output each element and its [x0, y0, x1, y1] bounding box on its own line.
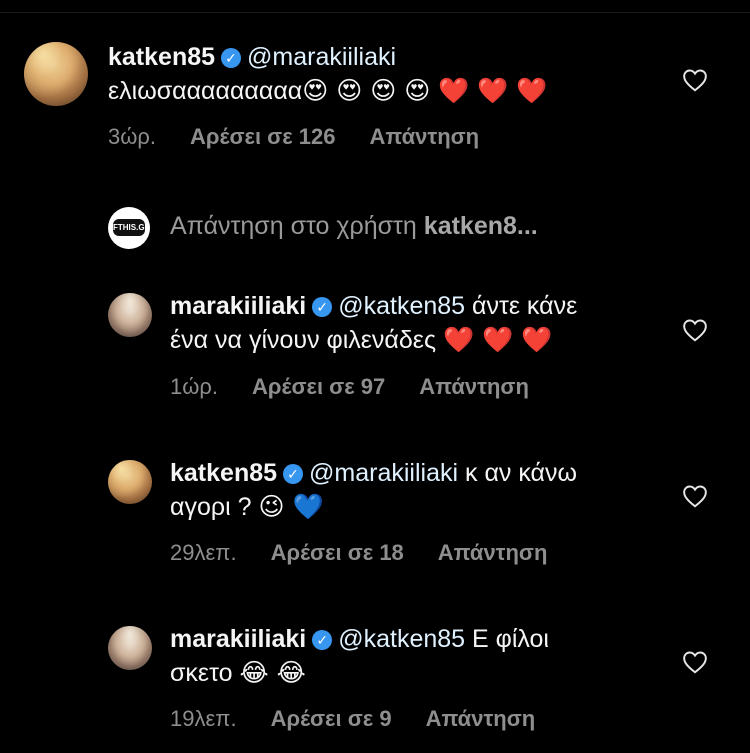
verified-icon: ✓ — [312, 630, 333, 650]
likes-count[interactable]: Αρέσει σε 9 — [271, 706, 392, 731]
comment-text: κ αν κάνω — [465, 459, 578, 487]
top-divider — [0, 12, 750, 13]
verified-icon: ✓ — [221, 48, 242, 68]
reply-button[interactable]: Απάντηση — [419, 374, 529, 399]
timestamp: 1ώρ. — [170, 374, 219, 399]
reply-to-bar: FTHIS.GR Απάντηση στο χρήστη katken8... — [108, 205, 728, 251]
mention-link[interactable]: @katken85 — [338, 625, 465, 653]
comment-text: ένα να γίνουν φιλενάδες — [170, 326, 436, 354]
heart-outline-icon[interactable] — [682, 68, 708, 92]
comment-text: ελιωσααααααααα — [108, 77, 303, 105]
reply-button[interactable]: Απάντηση — [438, 540, 548, 565]
comment-body: katken85 ✓ @marakiiliaki ελιωσααααααααα😍 😍… — [108, 40, 668, 108]
comment-body: marakiiliaki ✓ @katken85 Ε φίλοι σκετο 😂 😂 — [170, 622, 670, 690]
timestamp: 3ώρ. — [108, 124, 157, 149]
likes-count[interactable]: Αρέσει σε 18 — [271, 540, 404, 565]
avatar[interactable] — [108, 293, 152, 337]
reply-to-username[interactable]: katken8... — [424, 212, 538, 240]
timestamp: 19λεπ. — [170, 706, 237, 731]
reply-button[interactable]: Απάντηση — [370, 124, 480, 149]
avatar[interactable] — [108, 460, 152, 504]
comment-text: αγορι ? — [170, 493, 252, 521]
heart-outline-icon[interactable] — [682, 318, 708, 342]
emoji-text: 😍 😍 😍 😍 ❤️ ❤️ ❤️ — [302, 76, 548, 105]
comment-body: marakiiliaki ✓ @katken85 άντε κάνε ένα να … — [170, 289, 670, 357]
reply-button[interactable]: Απάντηση — [426, 706, 536, 731]
reply-to-prefix: Απάντηση στο χρήστη — [170, 212, 417, 240]
comment-meta: 3ώρ. Αρέσει σε 126 Απάντηση — [108, 124, 513, 150]
comment-meta: 19λεπ. Αρέσει σε 9 Απάντηση — [170, 706, 569, 732]
emoji-text: 😉 💙 — [258, 492, 324, 521]
verified-icon: ✓ — [283, 464, 304, 484]
mention-link[interactable]: @katken85 — [338, 292, 465, 320]
emoji-text: ❤️ ❤️ ❤️ — [442, 325, 553, 354]
avatar[interactable] — [24, 42, 88, 106]
comment-text: Ε φίλοι — [472, 625, 549, 653]
comment-meta: 29λεπ. Αρέσει σε 18 Απάντηση — [170, 540, 581, 566]
mention-link[interactable]: @marakiiliaki — [247, 43, 396, 71]
reply-avatar-logo: FTHIS.GR — [108, 207, 150, 249]
heart-outline-icon[interactable] — [682, 484, 708, 508]
comment-text: άντε κάνε — [472, 292, 578, 320]
comment-body: katken85 ✓ @marakiiliaki κ αν κάνω αγορι ?… — [170, 456, 670, 524]
comment-text: σκετο — [170, 659, 233, 687]
mention-link[interactable]: @marakiiliaki — [309, 459, 458, 487]
heart-outline-icon[interactable] — [682, 650, 708, 674]
likes-count[interactable]: Αρέσει σε 126 — [190, 124, 335, 149]
verified-icon: ✓ — [312, 297, 333, 317]
likes-count[interactable]: Αρέσει σε 97 — [252, 374, 385, 399]
username[interactable]: marakiiliaki — [170, 292, 306, 320]
timestamp: 29λεπ. — [170, 540, 237, 565]
username[interactable]: katken85 — [170, 459, 277, 487]
username[interactable]: marakiiliaki — [170, 625, 306, 653]
comment-meta: 1ώρ. Αρέσει σε 97 Απάντηση — [170, 374, 563, 400]
emoji-text: 😂 😂 — [239, 658, 306, 687]
avatar[interactable] — [108, 626, 152, 670]
username[interactable]: katken85 — [108, 43, 215, 71]
reply-to-text: Απάντηση στο χρήστη katken8... — [170, 212, 538, 241]
